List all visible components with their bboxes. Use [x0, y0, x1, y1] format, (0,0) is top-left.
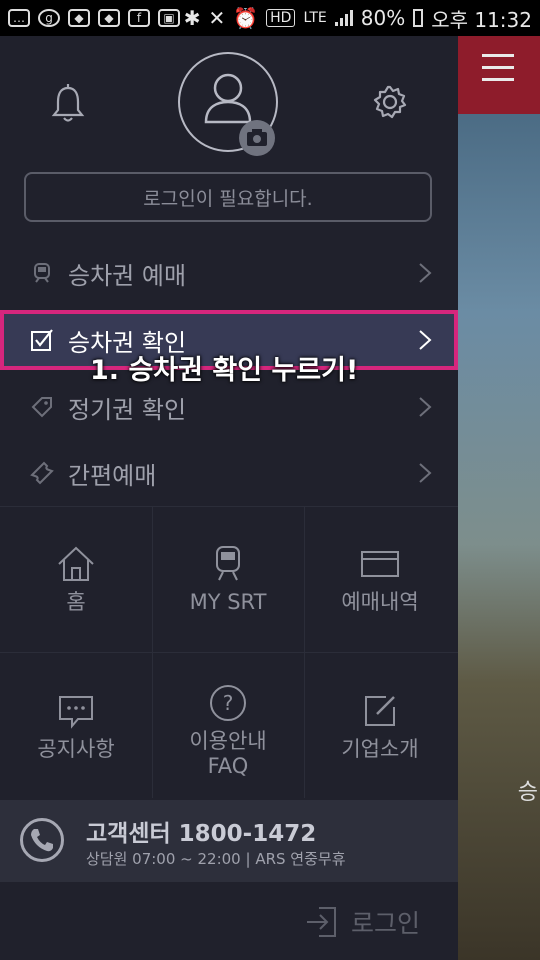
chevron-right-icon — [419, 263, 432, 283]
shortcut-label: 홈 — [66, 590, 86, 614]
instruction-annotation: 1. 승차권 확인 누르기! — [90, 355, 359, 386]
shortcut-label: 이용안내 FAQ — [189, 729, 267, 778]
menu-item-quick-booking[interactable]: 간편예매 — [0, 440, 458, 506]
alarm-icon: ⏰ — [233, 6, 259, 30]
status-bar: … g ◆ ◆ f ▣ ✱ ✕ ⏰ HD LTE 80% 오후 11:32 — [0, 0, 540, 36]
menu-item-label: 간편예매 — [68, 461, 157, 490]
shortcut-label: 기업소개 — [341, 737, 419, 761]
shortcut-faq[interactable]: ? 이용안내 FAQ — [152, 653, 304, 799]
menu-item-label: 정기권 확인 — [68, 395, 187, 424]
gear-icon[interactable] — [372, 84, 408, 120]
app-header — [458, 36, 540, 114]
background-text: 승 — [517, 780, 538, 805]
g-icon: g — [38, 9, 60, 27]
login-icon — [306, 907, 336, 937]
shortcut-notices[interactable]: 공지사항 — [0, 653, 152, 799]
phone-icon — [20, 818, 64, 862]
login-required-box[interactable]: 로그인이 필요합니다. — [24, 172, 432, 222]
login-label: 로그인 — [350, 909, 420, 938]
hd-badge: HD — [266, 9, 296, 27]
shortcut-label: MY SRT — [189, 590, 267, 614]
card-icon — [361, 551, 399, 577]
message-icon: … — [8, 9, 30, 27]
chat-icon — [59, 696, 93, 729]
menu-item-label: 승차권 예매 — [68, 261, 187, 290]
shield-icon: ◆ — [68, 9, 90, 27]
battery-icon — [413, 9, 424, 27]
shortcut-label: 공지사항 — [37, 737, 115, 761]
shortcut-booking-history[interactable]: 예매내역 — [304, 506, 456, 652]
lte-badge: LTE — [303, 10, 327, 26]
tag-icon — [31, 397, 52, 418]
battery-percent: 80% — [360, 6, 406, 30]
customer-center[interactable]: 고객센터 1800-1472 상담원 07:00 ~ 22:00 | ARS 연… — [0, 800, 458, 882]
menu-item-ticket-booking[interactable]: 승차권 예매 — [0, 240, 458, 306]
shortcut-label: 예매내역 — [341, 590, 419, 614]
support-hours: 상담원 07:00 ~ 22:00 | ARS 연중무휴 — [86, 850, 346, 868]
facebook-icon: f — [128, 9, 150, 27]
checkbox-icon — [31, 329, 53, 351]
chevron-right-icon — [419, 463, 432, 483]
shortcut-my-srt[interactable]: MY SRT — [152, 506, 304, 652]
train-icon — [216, 546, 240, 581]
support-title: 고객센터 1800-1472 — [86, 821, 317, 847]
image-icon: ▣ — [158, 9, 180, 27]
home-icon — [58, 546, 94, 581]
bluetooth-icon: ✱ — [183, 6, 201, 30]
background-app: 승 — [458, 36, 540, 960]
train-icon — [34, 263, 50, 283]
mute-icon: ✕ — [208, 6, 226, 30]
question-icon: ? — [210, 685, 246, 721]
edit-icon — [365, 696, 395, 726]
login-button[interactable]: 로그인 — [305, 904, 420, 940]
camera-icon[interactable] — [239, 120, 275, 156]
shortcut-company[interactable]: 기업소개 — [304, 653, 456, 799]
shortcut-home[interactable]: 홈 — [0, 506, 152, 652]
svg-text:?: ? — [223, 691, 234, 715]
bell-icon[interactable] — [50, 84, 86, 124]
ticket-icon — [30, 461, 54, 485]
navigation-drawer: 로그인이 필요합니다. 승차권 예매 승차권 확인 정기권 확인 간편예매 홈 … — [0, 36, 458, 960]
chevron-right-icon — [419, 397, 432, 417]
shield-icon: ◆ — [98, 9, 120, 27]
hamburger-menu-icon[interactable] — [482, 54, 514, 90]
chevron-right-icon — [419, 330, 432, 350]
signal-icon — [334, 10, 353, 26]
clock: 오후 11:32 — [431, 7, 532, 32]
